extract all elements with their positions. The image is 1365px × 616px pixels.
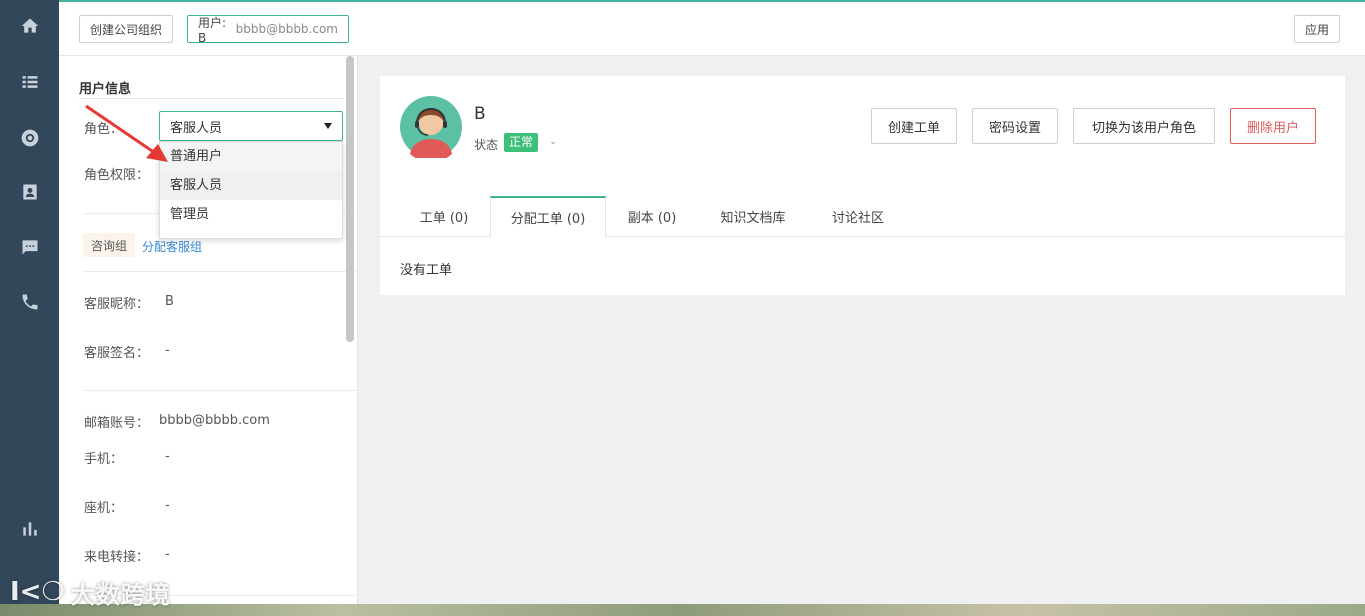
- caret-down-icon: [324, 123, 332, 129]
- create-org-button[interactable]: 创建公司组织: [79, 15, 173, 43]
- switch-role-label: 切换为该用户角色: [1091, 120, 1196, 136]
- assign-group-link[interactable]: 分配客服组: [142, 238, 202, 255]
- delete-user-button[interactable]: 删除用户: [1230, 108, 1316, 144]
- top-bar: 创建公司组织 用户: B bbbb@bbbb.com 应用: [59, 0, 1365, 56]
- create-org-label: 创建公司组织: [90, 22, 163, 37]
- role-select[interactable]: 客服人员: [159, 111, 343, 141]
- panel-scrollbar[interactable]: [346, 56, 354, 342]
- nickname-value: B: [165, 294, 174, 309]
- phone-icon[interactable]: [0, 282, 59, 322]
- forward-value: -: [165, 547, 170, 562]
- bar-chart-icon[interactable]: [0, 509, 59, 549]
- user-detail-card: B 状态 正常 ⌄ 创建工单 密码设置 切换为该用户角色 删除用户 工单 (0)…: [380, 76, 1345, 295]
- agent-avatar: [400, 96, 462, 158]
- chat-icon[interactable]: [0, 227, 59, 267]
- status-badge[interactable]: 正常: [504, 133, 539, 152]
- role-option-admin[interactable]: 管理员: [160, 200, 342, 229]
- mobile-label: 手机：: [84, 452, 124, 467]
- forward-label: 来电转接：: [84, 550, 150, 565]
- switch-role-button[interactable]: 切换为该用户角色: [1073, 108, 1215, 144]
- group-tag: 咨询组: [83, 233, 136, 257]
- tab-copies[interactable]: 副本 (0): [610, 196, 694, 237]
- role-select-value: 客服人员: [170, 120, 223, 136]
- signature-value: -: [165, 343, 170, 358]
- delete-user-label: 删除用户: [1246, 120, 1299, 136]
- tab-assigned-tickets[interactable]: 分配工单 (0): [490, 196, 606, 238]
- watermark-logo: I<❍: [10, 577, 65, 607]
- contact-card-icon[interactable]: [0, 172, 59, 212]
- tab-tickets[interactable]: 工单 (0): [400, 196, 488, 237]
- chevron-down-icon[interactable]: ⌄: [549, 136, 557, 147]
- watermark-text: 大数跨境: [70, 580, 171, 609]
- landline-label: 座机：: [84, 501, 124, 516]
- nickname-label: 客服昵称：: [84, 297, 150, 312]
- create-ticket-button[interactable]: 创建工单: [871, 108, 957, 144]
- watermark: I<❍ 大数跨境: [10, 572, 171, 612]
- role-option-agent[interactable]: 客服人员: [160, 171, 342, 200]
- status-label: 状态: [474, 138, 499, 152]
- user-tag-name: 用户: B: [198, 15, 227, 45]
- create-ticket-label: 创建工单: [887, 120, 940, 136]
- signature-label: 客服签名：: [84, 346, 150, 361]
- password-settings-button[interactable]: 密码设置: [972, 108, 1058, 144]
- user-tag[interactable]: 用户: B bbbb@bbbb.com: [187, 15, 349, 45]
- divider: [83, 390, 358, 391]
- support-icon[interactable]: [0, 118, 59, 158]
- list-icon[interactable]: [0, 62, 59, 102]
- tab-community[interactable]: 讨论社区: [812, 196, 904, 237]
- role-dropdown: 普通用户 客服人员 管理员: [159, 141, 343, 239]
- landline-value: -: [165, 498, 170, 513]
- background-strip: [0, 604, 1365, 616]
- divider: [83, 271, 358, 272]
- email-value: bbbb@bbbb.com: [159, 413, 270, 428]
- mobile-value: -: [165, 449, 170, 464]
- left-nav: [0, 0, 59, 616]
- apply-label: 应用: [1305, 22, 1330, 37]
- apply-button[interactable]: 应用: [1294, 15, 1340, 43]
- tab-knowledge-base[interactable]: 知识文档库: [702, 196, 804, 237]
- empty-state-text: 没有工单: [400, 263, 453, 278]
- user-name: B: [474, 104, 486, 124]
- password-settings-label: 密码设置: [988, 120, 1041, 136]
- divider: [79, 98, 343, 99]
- role-option-normal-user[interactable]: 普通用户: [160, 142, 342, 171]
- annotation-arrow: [85, 104, 168, 162]
- section-title: 用户信息: [79, 82, 132, 97]
- home-icon[interactable]: [0, 6, 59, 46]
- tab-bar: 工单 (0) 分配工单 (0) 副本 (0) 知识文档库 讨论社区: [380, 196, 1345, 238]
- email-label: 邮箱账号：: [84, 416, 150, 431]
- user-tag-email: bbbb@bbbb.com: [235, 22, 338, 36]
